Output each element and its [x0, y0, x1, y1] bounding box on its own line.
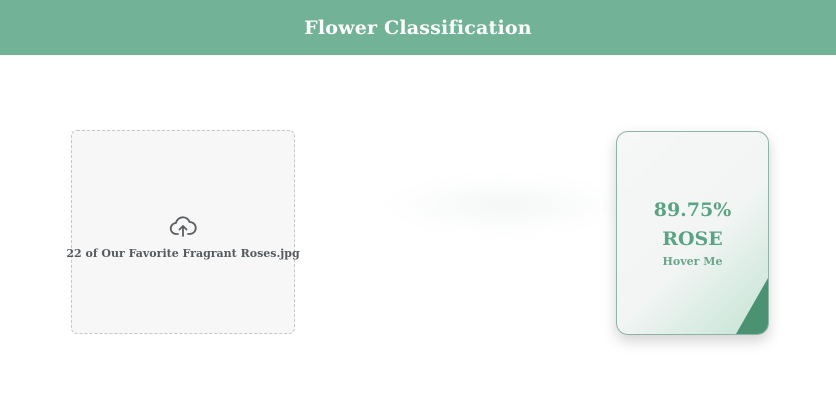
app-header: Flower Classification [0, 0, 836, 55]
background-blur [380, 175, 630, 235]
cloud-upload-icon [169, 215, 197, 239]
hover-hint: Hover Me [662, 255, 723, 268]
confidence-score: 89.75% [653, 199, 732, 221]
result-content: 89.75% ROSE Hover Me [617, 198, 768, 268]
predicted-class-label: ROSE [662, 228, 723, 250]
page-title: Flower Classification [304, 16, 532, 39]
image-upload-dropzone[interactable]: 22 of Our Favorite Fragrant Roses.jpg [66, 130, 300, 334]
uploaded-file-name: 22 of Our Favorite Fragrant Roses.jpg [66, 246, 300, 260]
prediction-result-card[interactable]: 89.75% ROSE Hover Me [616, 131, 769, 335]
card-corner-accent [736, 278, 768, 334]
